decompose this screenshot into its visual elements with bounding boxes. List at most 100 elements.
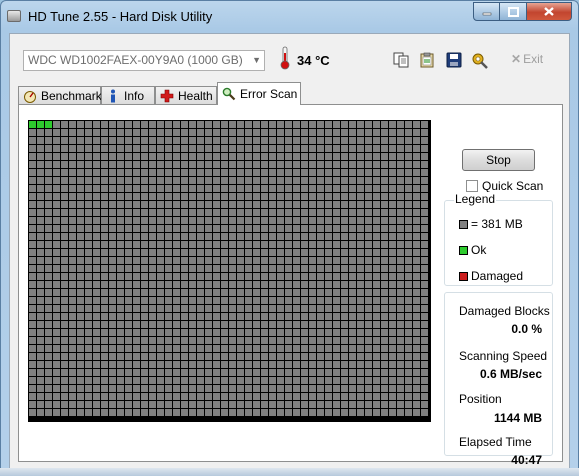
stop-button[interactable]: Stop bbox=[462, 149, 535, 171]
block bbox=[213, 265, 220, 272]
block bbox=[373, 185, 380, 192]
block bbox=[317, 361, 324, 368]
block bbox=[109, 353, 116, 360]
block bbox=[69, 217, 76, 224]
quick-scan-option[interactable]: Quick Scan bbox=[466, 179, 543, 193]
quick-scan-checkbox[interactable] bbox=[466, 180, 478, 192]
tab-info[interactable]: Info bbox=[101, 86, 155, 104]
block bbox=[365, 345, 372, 352]
block bbox=[421, 257, 428, 264]
block bbox=[245, 257, 252, 264]
block bbox=[421, 233, 428, 240]
block bbox=[165, 361, 172, 368]
block bbox=[389, 337, 396, 344]
block bbox=[141, 329, 148, 336]
block bbox=[301, 393, 308, 400]
block bbox=[29, 177, 36, 184]
block bbox=[253, 233, 260, 240]
block bbox=[365, 273, 372, 280]
block bbox=[237, 121, 244, 128]
block bbox=[373, 305, 380, 312]
block bbox=[93, 217, 100, 224]
block bbox=[29, 169, 36, 176]
block bbox=[365, 385, 372, 392]
block bbox=[341, 169, 348, 176]
block bbox=[149, 161, 156, 168]
block bbox=[125, 345, 132, 352]
minimize-button[interactable] bbox=[473, 2, 500, 21]
block bbox=[101, 313, 108, 320]
block bbox=[309, 161, 316, 168]
block bbox=[261, 169, 268, 176]
block bbox=[397, 193, 404, 200]
block bbox=[109, 177, 116, 184]
tab-health[interactable]: Health bbox=[155, 86, 217, 104]
block bbox=[269, 289, 276, 296]
block bbox=[357, 297, 364, 304]
block bbox=[229, 385, 236, 392]
block bbox=[293, 241, 300, 248]
exit-label: Exit bbox=[523, 52, 544, 66]
maximize-button[interactable] bbox=[500, 2, 527, 21]
block bbox=[165, 241, 172, 248]
save-button[interactable] bbox=[444, 50, 464, 70]
block bbox=[45, 273, 52, 280]
block bbox=[245, 281, 252, 288]
block bbox=[117, 361, 124, 368]
block bbox=[141, 145, 148, 152]
close-icon bbox=[544, 7, 554, 16]
block bbox=[309, 385, 316, 392]
copy-info-button[interactable] bbox=[391, 50, 411, 70]
block bbox=[285, 377, 292, 384]
block bbox=[349, 137, 356, 144]
block bbox=[413, 361, 420, 368]
block bbox=[189, 121, 196, 128]
app-icon[interactable] bbox=[7, 10, 21, 22]
block bbox=[349, 249, 356, 256]
block bbox=[61, 257, 68, 264]
block bbox=[165, 337, 172, 344]
block bbox=[109, 257, 116, 264]
block bbox=[173, 121, 180, 128]
block bbox=[381, 249, 388, 256]
exit-button[interactable]: ✕ Exit bbox=[511, 52, 543, 66]
block bbox=[277, 257, 284, 264]
block bbox=[333, 121, 340, 128]
block bbox=[325, 265, 332, 272]
options-button[interactable] bbox=[470, 50, 490, 70]
block bbox=[253, 129, 260, 136]
tab-error-scan[interactable]: Error Scan bbox=[217, 82, 301, 105]
block bbox=[269, 137, 276, 144]
toolbar: WDC WD1002FAEX-00Y9A0 (1000 GB) ▼ 34 °C bbox=[10, 34, 569, 82]
block bbox=[237, 217, 244, 224]
block bbox=[85, 225, 92, 232]
block bbox=[117, 161, 124, 168]
block bbox=[301, 369, 308, 376]
block bbox=[341, 281, 348, 288]
block bbox=[389, 385, 396, 392]
block bbox=[325, 153, 332, 160]
block bbox=[301, 241, 308, 248]
block bbox=[101, 289, 108, 296]
block bbox=[197, 145, 204, 152]
block bbox=[341, 161, 348, 168]
block bbox=[173, 377, 180, 384]
block bbox=[285, 209, 292, 216]
block bbox=[37, 353, 44, 360]
block bbox=[365, 129, 372, 136]
copy-screenshot-button[interactable] bbox=[417, 50, 437, 70]
block bbox=[205, 305, 212, 312]
block bbox=[333, 385, 340, 392]
block bbox=[413, 225, 420, 232]
tab-benchmark[interactable]: Benchmark bbox=[18, 86, 102, 104]
block bbox=[157, 369, 164, 376]
block bbox=[93, 169, 100, 176]
drive-select[interactable]: WDC WD1002FAEX-00Y9A0 (1000 GB) ▼ bbox=[23, 50, 265, 71]
block bbox=[181, 225, 188, 232]
block bbox=[221, 273, 228, 280]
close-button[interactable] bbox=[527, 2, 572, 21]
block bbox=[421, 193, 428, 200]
title-bar[interactable]: HD Tune 2.55 - Hard Disk Utility bbox=[1, 1, 578, 33]
block bbox=[285, 281, 292, 288]
block bbox=[181, 193, 188, 200]
